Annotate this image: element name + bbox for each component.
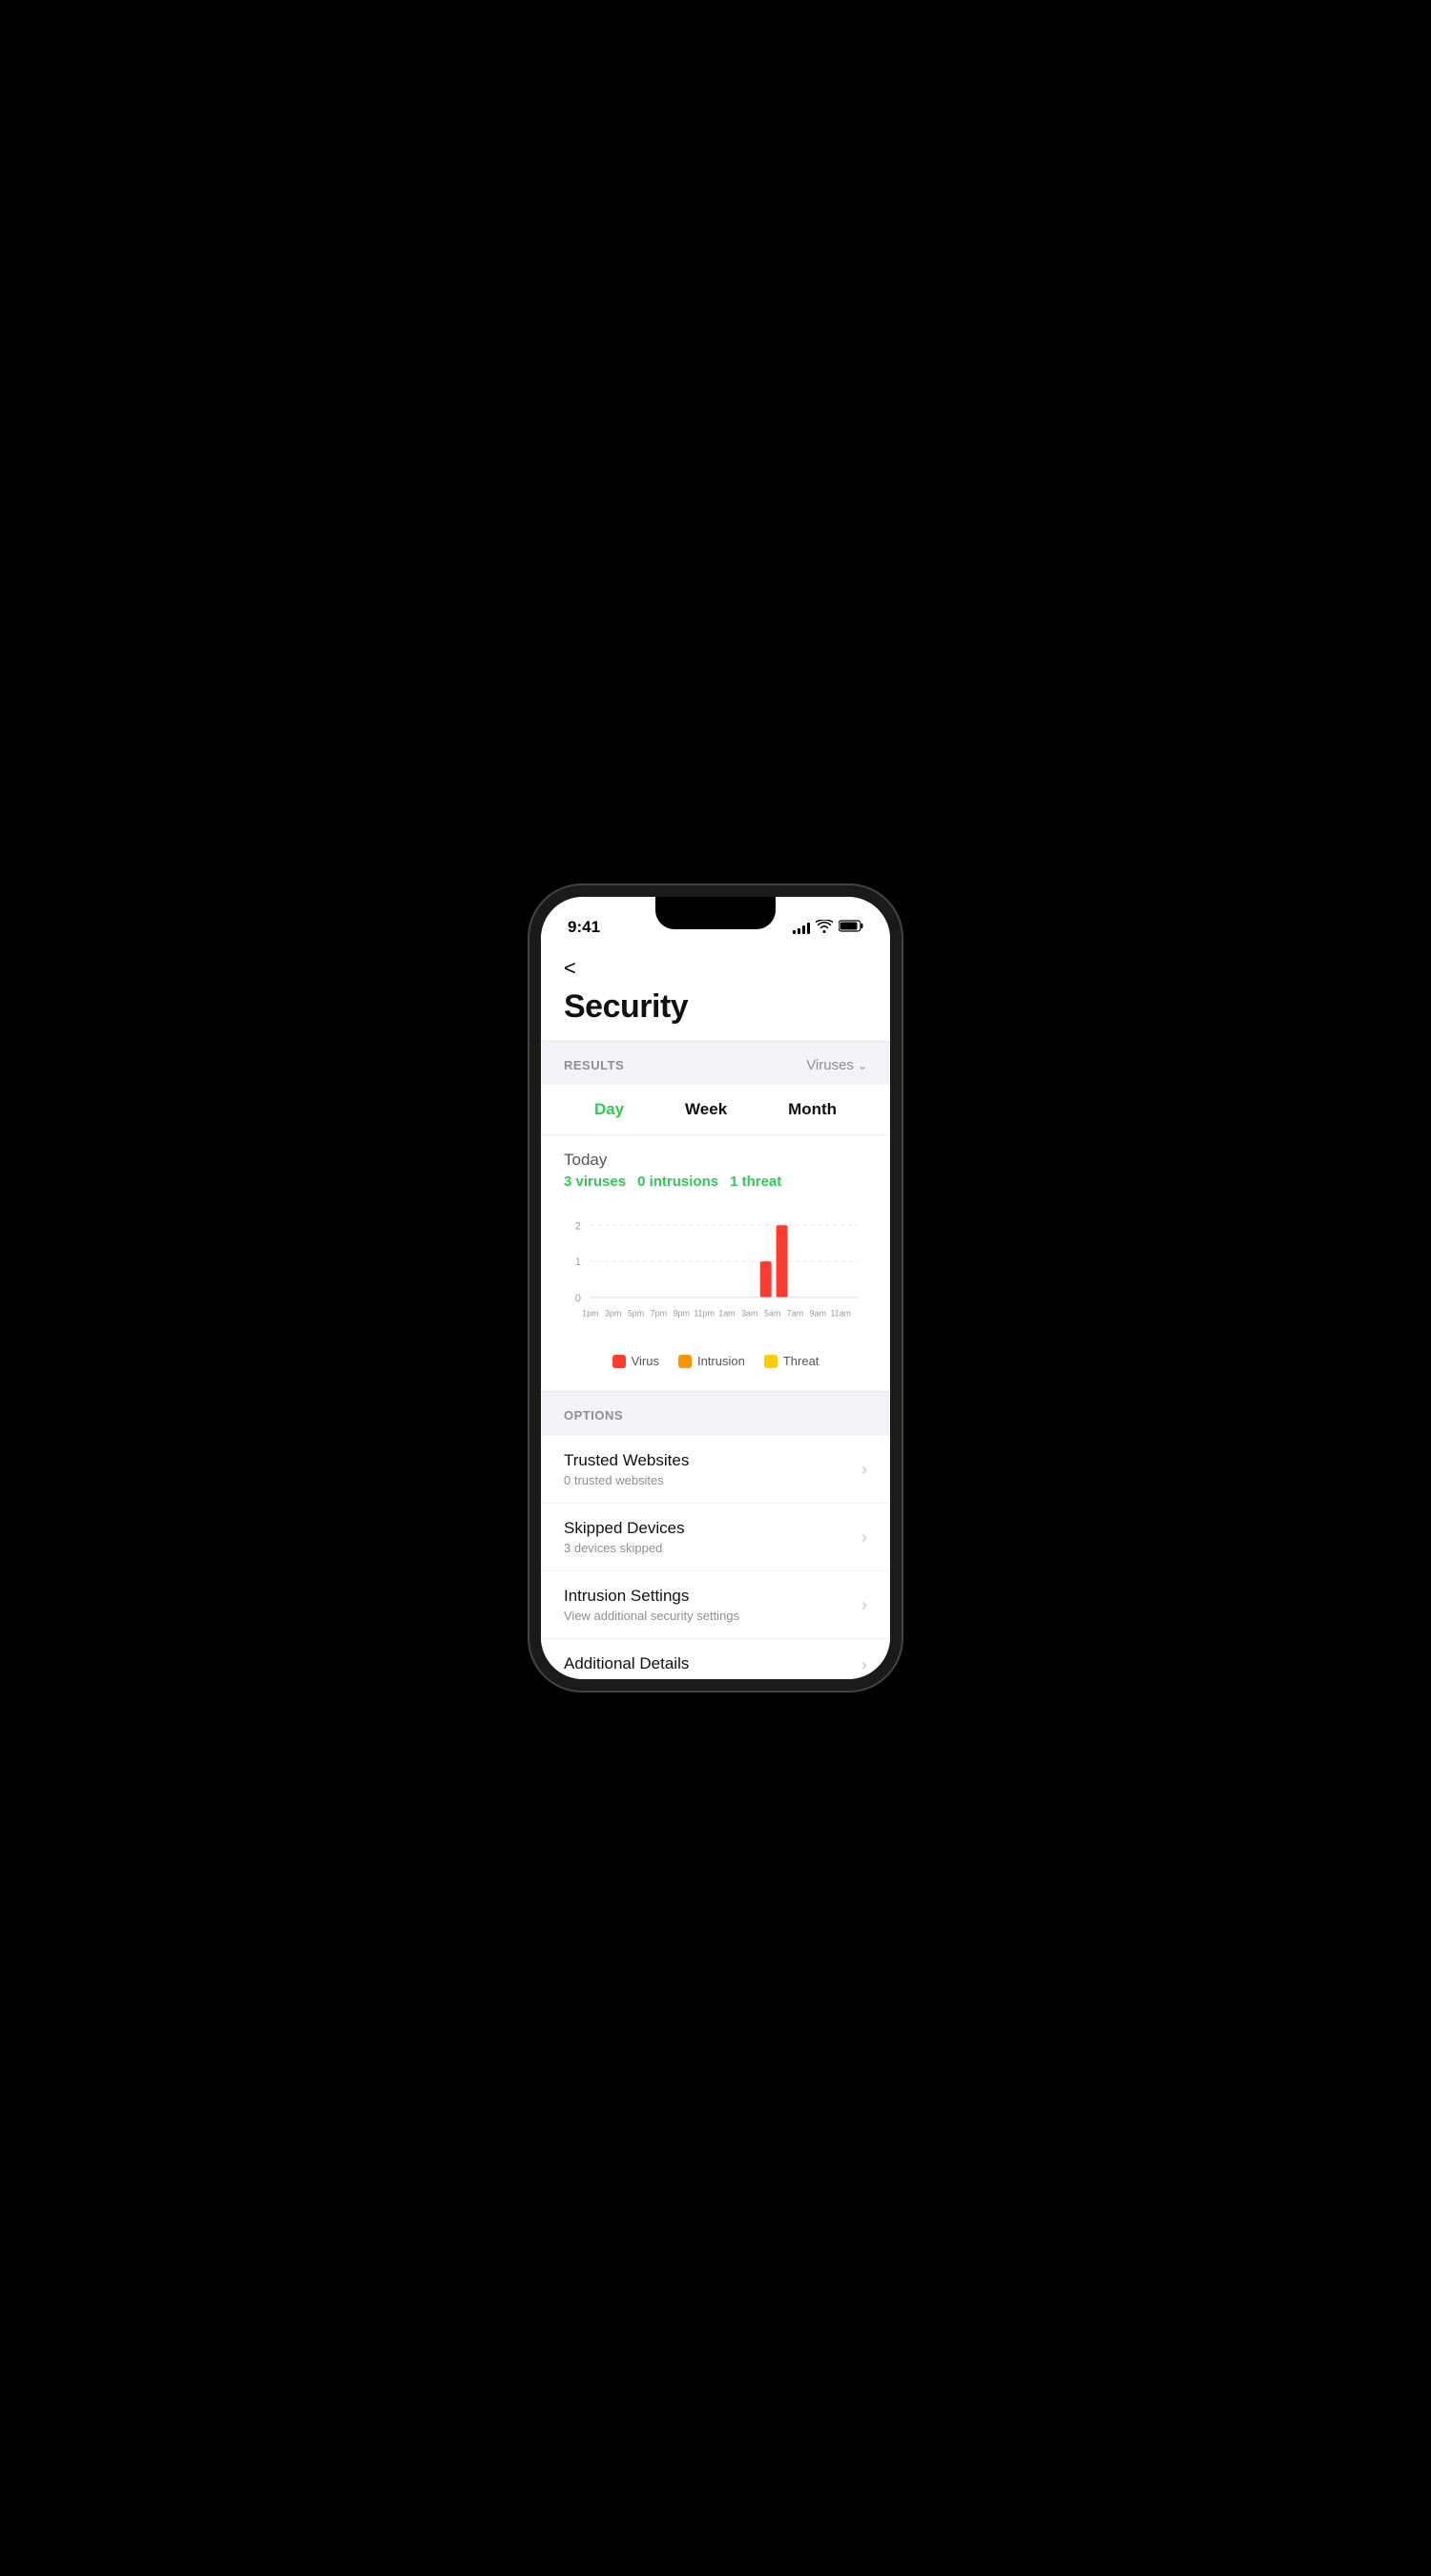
skipped-devices-title: Skipped Devices [564, 1519, 861, 1538]
trusted-websites-chevron-icon: › [861, 1460, 867, 1480]
notch [655, 897, 776, 929]
chevron-down-icon: ⌄ [858, 1059, 867, 1072]
svg-text:3pm: 3pm [605, 1309, 621, 1319]
results-label: RESULTS [564, 1058, 624, 1072]
trusted-websites-title: Trusted Websites [564, 1451, 861, 1470]
legend-virus-label: Virus [632, 1354, 659, 1368]
stat-intrusions: 0 intrusions [637, 1174, 718, 1190]
svg-text:7pm: 7pm [651, 1309, 667, 1319]
svg-text:2: 2 [575, 1220, 581, 1232]
tab-week[interactable]: Week [685, 1096, 727, 1123]
legend-virus: Virus [612, 1354, 659, 1368]
content-scroll[interactable]: < Security RESULTS Viruses ⌄ Day Week Mo… [541, 945, 890, 1679]
svg-text:0: 0 [575, 1293, 581, 1304]
intrusion-settings-subtitle: View additional security settings [564, 1609, 861, 1623]
additional-details-chevron-icon: › [861, 1655, 867, 1675]
chart-svg: 2 1 0 1pm 3pm [564, 1205, 867, 1339]
chart-stats: 3 viruses 0 intrusions 1 threat [564, 1174, 867, 1190]
time-tabs: Day Week Month [541, 1085, 890, 1135]
tab-month[interactable]: Month [788, 1096, 837, 1123]
intrusion-settings-title: Intrusion Settings [564, 1587, 861, 1606]
header: < Security [541, 945, 890, 1041]
legend-intrusion: Intrusion [678, 1354, 745, 1368]
svg-text:1am: 1am [718, 1309, 735, 1319]
svg-text:5am: 5am [764, 1309, 780, 1319]
status-bar: 9:41 [541, 897, 890, 945]
stat-threat: 1 threat [730, 1174, 781, 1190]
phone-frame: 9:41 [529, 885, 902, 1691]
svg-text:5pm: 5pm [628, 1309, 644, 1319]
option-trusted-websites[interactable]: Trusted Websites 0 trusted websites › [541, 1436, 890, 1504]
stat-viruses: 3 viruses [564, 1174, 626, 1190]
skipped-devices-chevron-icon: › [861, 1527, 867, 1548]
status-time: 9:41 [568, 918, 600, 937]
svg-text:1pm: 1pm [582, 1309, 598, 1319]
svg-text:7am: 7am [787, 1309, 803, 1319]
filter-dropdown[interactable]: Viruses ⌄ [806, 1057, 867, 1073]
legend-intrusion-label: Intrusion [697, 1354, 745, 1368]
chart-container: 2 1 0 1pm 3pm [564, 1205, 867, 1339]
threat-dot [764, 1355, 778, 1368]
options-section-header: OPTIONS [541, 1392, 890, 1436]
svg-text:9am: 9am [810, 1309, 826, 1319]
status-icons [793, 920, 863, 936]
tab-day[interactable]: Day [594, 1096, 624, 1123]
page-title: Security [564, 988, 867, 1026]
signal-icon [793, 921, 810, 934]
svg-text:1: 1 [575, 1257, 581, 1268]
battery-icon [839, 920, 863, 935]
chart-legend: Virus Intrusion Threat [564, 1346, 867, 1383]
chart-title: Today [564, 1151, 867, 1170]
legend-threat-label: Threat [783, 1354, 819, 1368]
skipped-devices-text: Skipped Devices 3 devices skipped [564, 1519, 861, 1555]
intrusion-settings-text: Intrusion Settings View additional secur… [564, 1587, 861, 1623]
intrusion-settings-chevron-icon: › [861, 1595, 867, 1615]
legend-threat: Threat [764, 1354, 819, 1368]
option-additional-details[interactable]: Additional Details › [541, 1639, 890, 1679]
svg-text:11am: 11am [830, 1309, 851, 1319]
skipped-devices-subtitle: 3 devices skipped [564, 1541, 861, 1555]
phone-screen: 9:41 [541, 897, 890, 1679]
results-section-header: RESULTS Viruses ⌄ [541, 1042, 890, 1085]
filter-label: Viruses [806, 1057, 854, 1073]
options-label: OPTIONS [564, 1408, 623, 1423]
chart-area: Today 3 viruses 0 intrusions 1 threat [541, 1135, 890, 1391]
virus-dot [612, 1355, 626, 1368]
additional-details-text: Additional Details [564, 1654, 861, 1676]
options-list: Trusted Websites 0 trusted websites › Sk… [541, 1436, 890, 1679]
trusted-websites-subtitle: 0 trusted websites [564, 1473, 861, 1487]
option-intrusion-settings[interactable]: Intrusion Settings View additional secur… [541, 1571, 890, 1639]
trusted-websites-text: Trusted Websites 0 trusted websites [564, 1451, 861, 1487]
svg-text:9pm: 9pm [674, 1309, 690, 1319]
intrusion-dot [678, 1355, 692, 1368]
svg-text:11pm: 11pm [694, 1309, 715, 1319]
option-skipped-devices[interactable]: Skipped Devices 3 devices skipped › [541, 1504, 890, 1571]
additional-details-title: Additional Details [564, 1654, 861, 1673]
svg-text:3am: 3am [741, 1309, 757, 1319]
wifi-icon [816, 920, 833, 936]
back-button[interactable]: < [564, 956, 867, 981]
